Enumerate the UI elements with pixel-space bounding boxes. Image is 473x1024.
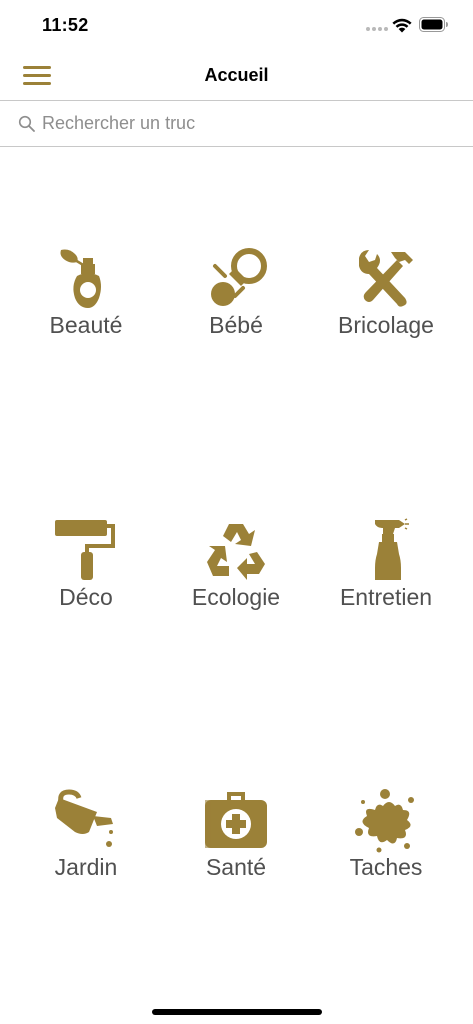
category-label: Déco [59, 584, 113, 610]
pacifier-icon [211, 248, 267, 306]
wifi-icon [392, 18, 412, 33]
category-label: Entretien [339, 584, 433, 610]
page-title: Accueil [204, 65, 269, 85]
perfume-bottle-icon [60, 249, 101, 308]
category-tile-beaute[interactable]: Beauté [11, 246, 161, 356]
divider [0, 146, 473, 147]
category-label: Taches [349, 854, 423, 880]
stain-splash-icon [355, 789, 414, 853]
category-label: Bébé [209, 312, 263, 338]
category-tile-entretien[interactable]: Entretien [311, 518, 461, 628]
wrench-hammer-icon [359, 250, 413, 307]
category-tile-taches[interactable]: Taches [311, 788, 461, 898]
search-input[interactable] [42, 109, 452, 137]
category-tile-ecologie[interactable]: Ecologie [161, 518, 311, 628]
category-label: Bricolage [338, 312, 434, 338]
category-tile-deco[interactable]: Déco [11, 518, 161, 628]
watering-can-icon [55, 789, 113, 847]
battery-icon [419, 17, 448, 32]
spray-bottle-icon [375, 518, 409, 580]
search-icon [18, 115, 35, 132]
category-label: Ecologie [191, 584, 281, 610]
navigation-bar: Accueil [0, 50, 473, 100]
first-aid-kit-icon [205, 792, 267, 848]
home-indicator[interactable] [152, 1009, 322, 1015]
category-tile-bebe[interactable]: Bébé [161, 246, 311, 356]
cellular-signal-icon [366, 27, 388, 31]
category-label: Santé [205, 854, 267, 880]
category-tile-bricolage[interactable]: Bricolage [311, 246, 461, 356]
status-time: 11:52 [42, 15, 89, 35]
search-bar [0, 101, 473, 146]
recycle-icon [207, 524, 265, 580]
paint-roller-icon [55, 520, 115, 580]
status-bar: 11:52 [0, 0, 473, 50]
category-label: Jardin [54, 854, 118, 880]
category-label: Beauté [49, 312, 123, 338]
category-tile-jardin[interactable]: Jardin [11, 788, 161, 898]
category-tile-sante[interactable]: Santé [161, 788, 311, 898]
